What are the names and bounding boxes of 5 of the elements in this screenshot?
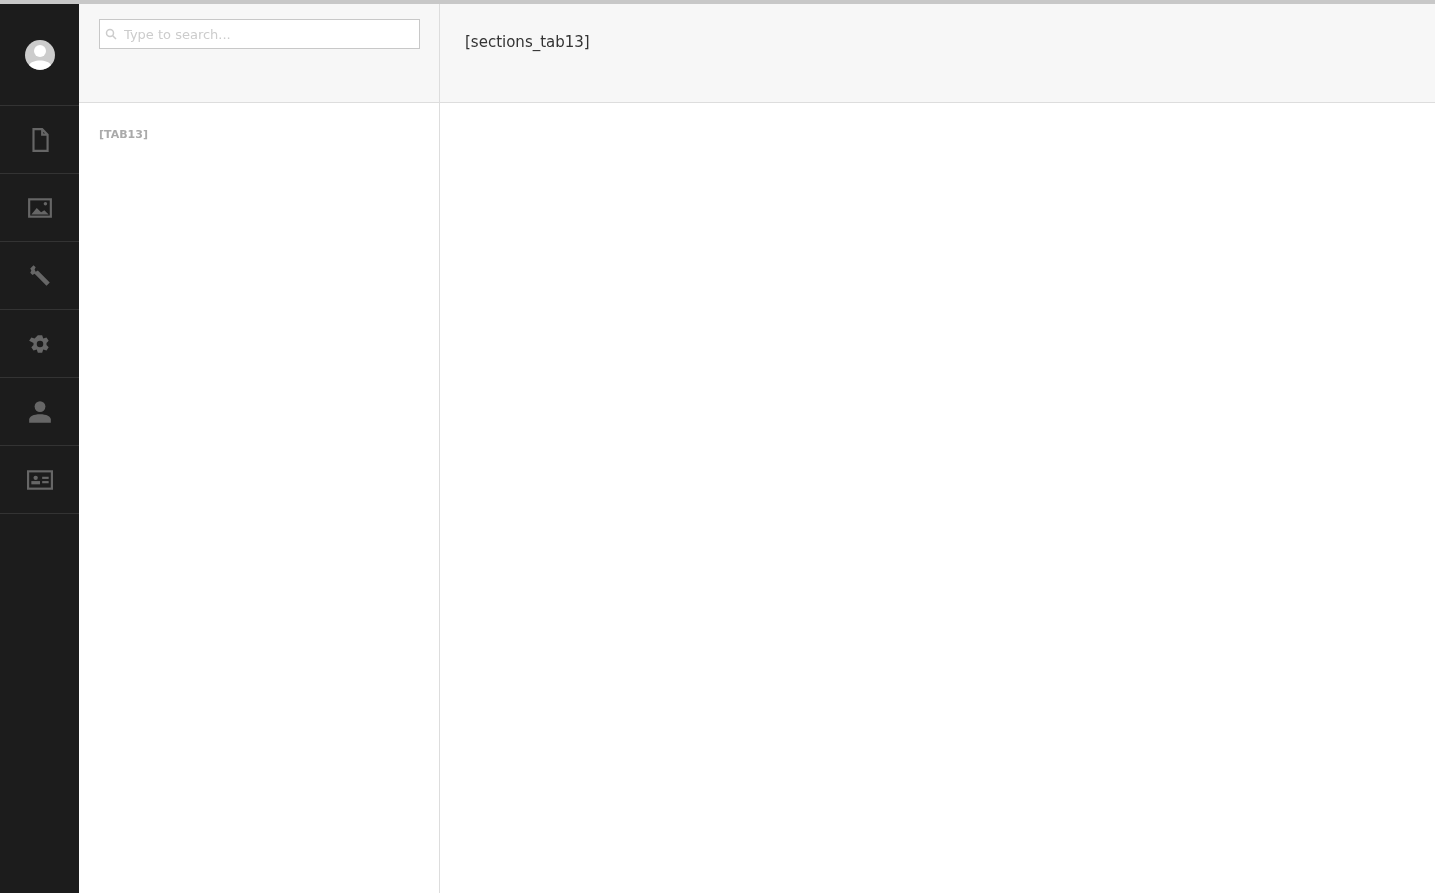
person-icon xyxy=(26,398,53,425)
search-icon xyxy=(105,28,117,40)
avatar-icon[interactable] xyxy=(24,39,55,70)
list-heading: [TAB13] xyxy=(99,128,148,141)
content-title: [sections_tab13] xyxy=(465,33,590,51)
